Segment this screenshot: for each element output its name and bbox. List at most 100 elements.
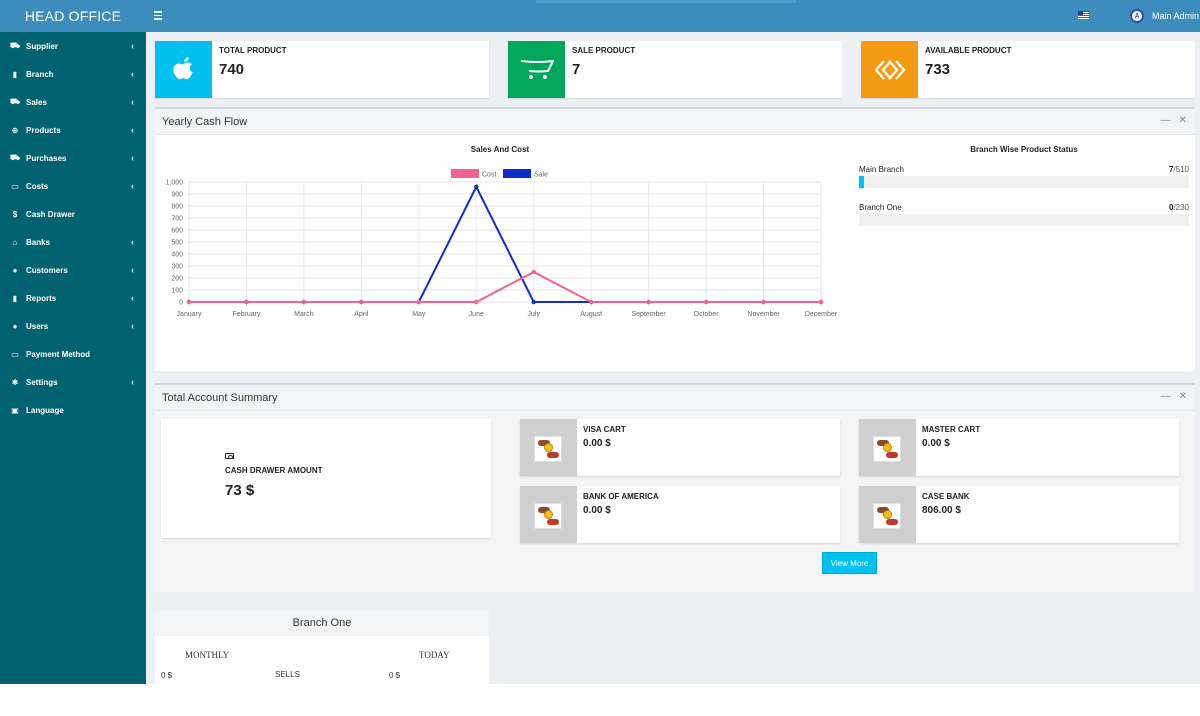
chart-title: Sales And Cost: [471, 145, 530, 154]
account-card-master: MASTER CART 0.00 $: [859, 419, 1179, 476]
language-icon: ▣: [11, 405, 19, 415]
money-icon: ▭: [11, 349, 19, 359]
monthly-label: MONTHLY: [185, 650, 230, 660]
account-label: CASE BANK: [922, 492, 970, 501]
money-hands-icon: [534, 503, 562, 529]
series-line-sale: [189, 184, 821, 303]
data-point-sale: [474, 184, 479, 189]
y-tick-label: 100: [171, 288, 183, 295]
sidebar-item-customers[interactable]: ● Customers ‹: [0, 256, 146, 284]
today-label: TODAY: [419, 650, 450, 660]
sidebar-item-products[interactable]: ⊕ Products ‹: [0, 116, 146, 144]
branch-status-row: Main Branch 7/510: [859, 165, 1189, 195]
globe-icon: ⊕: [11, 125, 19, 135]
branch-status-row: Branch One 0/230: [859, 203, 1189, 233]
sales-cost-chart: Sales And Cost Cost Sale 0 100 200 300 400 500 60…: [165, 145, 838, 318]
sidebar-item-label: Purchases: [26, 153, 67, 163]
account-icon-bg: [520, 419, 577, 476]
sidebar-item-payment-method[interactable]: ▭ Payment Method: [0, 340, 146, 368]
apple-icon: [155, 41, 212, 98]
money-icon: ▭: [11, 181, 19, 191]
panel-tools: — ✕: [1153, 115, 1187, 126]
y-tick-label: 0: [179, 300, 183, 307]
account-label: BANK OF AMERICA: [583, 492, 659, 501]
user-icon: ●: [12, 265, 18, 275]
user-name-link[interactable]: Main Admin: [1152, 11, 1199, 21]
view-more-button[interactable]: View More: [822, 552, 877, 574]
opencart-icon: [508, 41, 565, 98]
y-tick-label: 300: [171, 264, 183, 271]
sidebar-item-label: Sales: [26, 97, 47, 107]
account-value: 0.00 $: [583, 505, 611, 516]
panel-header: Total Account Summary — ✕: [155, 385, 1195, 411]
account-card-visa: VISA CART 0.00 $: [520, 419, 840, 476]
minimize-icon[interactable]: —: [1161, 115, 1171, 126]
cash-drawer-card: CASH DRAWER AMOUNT 73 $: [161, 419, 491, 538]
file-icon: ▮: [12, 69, 18, 79]
users-icon: ●: [12, 321, 18, 331]
diamond-link-icon: [861, 41, 918, 98]
close-icon[interactable]: ✕: [1179, 115, 1187, 126]
y-tick-label: 800: [171, 204, 183, 211]
sidebar-item-label: Supplier: [26, 41, 59, 51]
money-hands-icon: [873, 503, 901, 529]
chevron-left-icon: ‹: [131, 321, 134, 331]
sidebar-item-users[interactable]: ● Users ‹: [0, 312, 146, 340]
data-point-cost: [359, 299, 364, 305]
stat-card-total-product: TOTAL PRODUCT 740: [155, 41, 489, 98]
stat-card-sale-product: SALE PRODUCT 7: [508, 41, 842, 98]
x-tick-label: December: [805, 311, 838, 318]
sidebar-item-sales[interactable]: ⛟ Sales ‹: [0, 88, 146, 116]
y-tick-label: 600: [171, 228, 183, 235]
sidebar-item-label: Customers: [26, 265, 68, 275]
branch-count: 0/230: [1169, 203, 1189, 212]
dollar-icon: $: [12, 209, 18, 219]
sidebar-item-label: Payment Method: [26, 349, 91, 359]
sidebar-item-branch[interactable]: ▮ Branch ‹: [0, 60, 146, 88]
stat-value: 7: [572, 61, 581, 78]
data-point-cost: [818, 299, 824, 305]
stat-value: 740: [219, 61, 245, 78]
stat-card-available-product: AVAILABLE PRODUCT 733: [861, 41, 1195, 98]
sidebar-item-purchases[interactable]: ⛟ Purchases ‹: [0, 144, 146, 172]
legend-swatch: [503, 169, 531, 178]
cashflow-panel: Yearly Cash Flow — ✕ Sales And Cost Cost Sa…: [155, 107, 1195, 371]
legend-label: Sale: [534, 172, 548, 179]
account-value: 0.00 $: [922, 438, 950, 449]
progress-fill: [859, 176, 864, 188]
sidebar-item-cash-drawer[interactable]: $ Cash Drawer: [0, 200, 146, 228]
data-point-cost: [416, 299, 422, 305]
today-value: 0 $: [389, 671, 401, 680]
app-logo[interactable]: HEAD OFFICE: [0, 0, 146, 32]
app-root: HEAD OFFICE A Main Admin ⛟ Supplier ‹ ▮ …: [0, 0, 1200, 684]
avatar[interactable]: A: [1130, 9, 1144, 23]
branch-total: /230: [1173, 203, 1189, 212]
top-navbar: A Main Admin: [146, 0, 1200, 32]
y-tick-label: 900: [171, 192, 183, 199]
cart-icon: ⛟: [10, 153, 21, 162]
sidebar-item-costs[interactable]: ▭ Costs ‹: [0, 172, 146, 200]
account-card-bank-of-america: BANK OF AMERICA 0.00 $: [520, 486, 840, 543]
sidebar-item-banks[interactable]: ⌂ Banks ‹: [0, 228, 146, 256]
sidebar-toggle-icon[interactable]: [154, 9, 166, 23]
sidebar-item-settings[interactable]: ✱ Settings ‹: [0, 368, 146, 396]
minimize-icon[interactable]: —: [1161, 391, 1171, 402]
sidebar-item-supplier[interactable]: ⛟ Supplier ‹: [0, 32, 146, 60]
account-summary-panel: Total Account Summary — ✕ CASH DRAWER AMO…: [155, 383, 1195, 592]
sidebar-item-language[interactable]: ▣ Language: [0, 396, 146, 424]
legend-swatch: [451, 169, 479, 178]
sidebar: ⛟ Supplier ‹ ▮ Branch ‹ ⛟ Sales ‹ ⊕ Prod…: [0, 32, 146, 684]
account-icon-bg: [859, 419, 916, 476]
close-icon[interactable]: ✕: [1179, 391, 1187, 402]
stat-label: AVAILABLE PRODUCT: [925, 46, 1012, 55]
sidebar-item-label: Costs: [26, 181, 49, 191]
chevron-left-icon: ‹: [131, 265, 134, 275]
account-label: VISA CART: [583, 425, 626, 434]
account-value: 806.00 $: [922, 505, 961, 516]
sidebar-item-reports[interactable]: ▮ Reports ‹: [0, 284, 146, 312]
data-point-cost: [301, 299, 307, 305]
branch-card-title: Branch One: [292, 617, 352, 629]
chevron-left-icon: ‹: [131, 125, 134, 135]
y-tick-label: 500: [171, 240, 183, 247]
us-flag-icon[interactable]: [1078, 11, 1089, 19]
